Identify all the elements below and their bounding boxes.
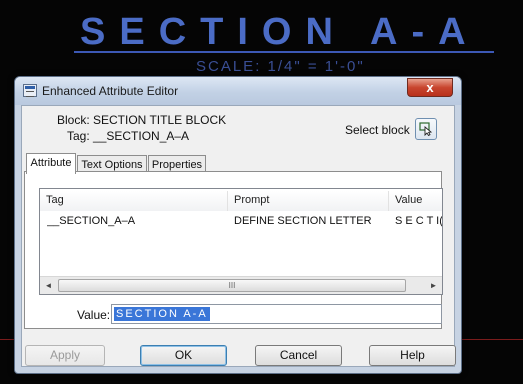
row-value-cell: S E C T I(: [395, 215, 443, 227]
value-selected-text: SECTION A-A: [114, 307, 210, 321]
select-block-label: Select block: [345, 123, 410, 137]
title-underline: [74, 51, 494, 53]
tag-name-label: Tag: __SECTION_A–A: [67, 129, 190, 143]
app-icon: [23, 84, 37, 97]
row-prompt-cell: DEFINE SECTION LETTER: [234, 215, 372, 227]
column-header-prompt[interactable]: Prompt: [228, 191, 389, 211]
scroll-right-icon[interactable]: ►: [425, 277, 442, 294]
window-title: Enhanced Attribute Editor: [42, 84, 179, 98]
scroll-left-icon[interactable]: ◄: [40, 277, 57, 294]
apply-button[interactable]: Apply: [25, 345, 105, 366]
column-header-value[interactable]: Value: [389, 191, 442, 211]
select-block-button[interactable]: [415, 118, 437, 140]
tab-attribute[interactable]: Attribute: [26, 153, 76, 174]
title-bar[interactable]: Enhanced Attribute Editor x: [15, 77, 461, 105]
select-block-icon: [419, 122, 433, 136]
drawing-scale: SCALE: 1/4" = 1'-0": [196, 58, 365, 75]
block-name-label: Block: SECTION TITLE BLOCK: [57, 113, 227, 127]
value-input[interactable]: SECTION A-A: [111, 304, 442, 324]
row-tag-cell: __SECTION_A–A: [47, 215, 136, 227]
attribute-list[interactable]: Tag Prompt Value __SECTION_A–A DEFINE SE…: [39, 188, 443, 295]
drawing-title: SECTION A-A: [80, 11, 480, 53]
column-header-tag[interactable]: Tag: [40, 191, 228, 211]
cancel-button[interactable]: Cancel: [255, 345, 342, 366]
table-row[interactable]: __SECTION_A–A DEFINE SECTION LETTER S E …: [40, 213, 443, 231]
help-button[interactable]: Help: [369, 345, 456, 366]
close-button[interactable]: x: [407, 78, 453, 97]
close-icon: x: [426, 80, 434, 95]
value-label: Value:: [77, 308, 111, 322]
ok-button[interactable]: OK: [140, 345, 227, 366]
horizontal-scrollbar[interactable]: ◄ III ►: [40, 276, 442, 294]
scroll-thumb[interactable]: III: [58, 279, 406, 292]
